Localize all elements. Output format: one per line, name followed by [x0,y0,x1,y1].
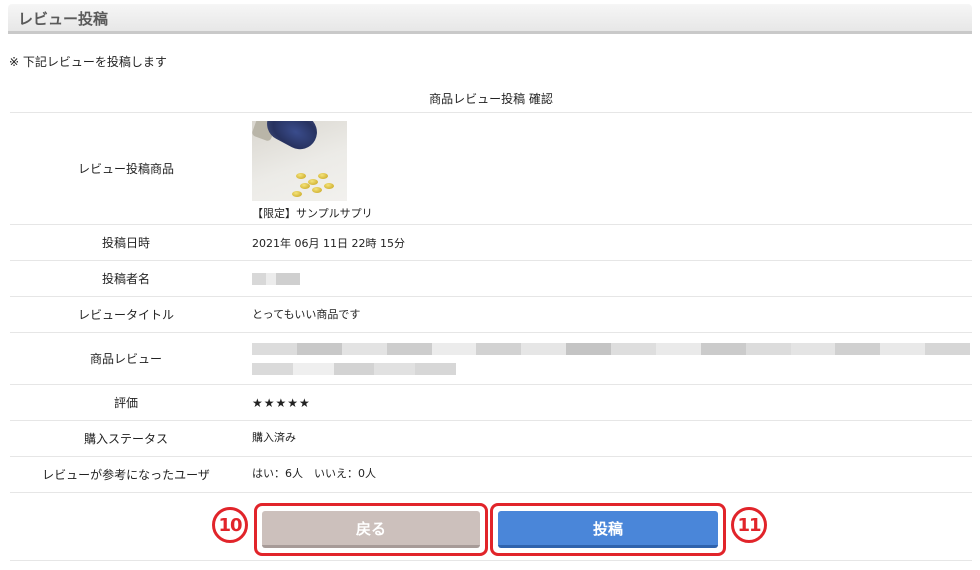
table-row-product: レビュー投稿商品 【限定】サンプルサプリ [10,113,972,225]
post-date: 2021年 06月 11日 22時 15分 [252,236,405,250]
purchase-status: 購入済み [252,431,296,444]
table-caption: 商品レビュー投稿 確認 [10,86,972,113]
page-title: レビュー投稿 [18,10,109,28]
row-label: 購入ステータス [83,432,168,446]
table-row-author: 投稿者名 [10,261,972,297]
row-label: レビュー投稿商品 [77,162,174,176]
section-header: レビュー投稿 [8,4,972,34]
table-row-date: 投稿日時 2021年 06月 11日 22時 15分 [10,225,972,261]
rating-stars: ★★★★★ [252,395,311,410]
table-row-purchase-status: 購入ステータス 購入済み [10,421,972,457]
product-name: 【限定】サンプルサプリ [252,207,373,220]
annotation-number-11: 11 [731,507,767,543]
post-button-highlight: 投稿 [490,503,726,556]
review-confirm-table: 商品レビュー投稿 確認 レビュー投稿商品 【限定】サンプルサプリ 投稿日時 20… [10,86,972,493]
table-row-review: 商品レビュー [10,333,972,385]
row-label: 投稿者名 [101,272,150,286]
notice-text: ※ 下記レビューを投稿します [9,55,167,69]
row-label: 評価 [113,396,138,410]
back-button-highlight: 戻る [254,503,488,556]
post-button[interactable]: 投稿 [498,511,718,548]
row-label: 投稿日時 [101,236,150,250]
review-title: とってもいい商品です [252,308,361,321]
annotation-number-10: 10 [212,507,248,543]
back-button[interactable]: 戻る [262,511,480,548]
row-label: レビューが参考になったユーザ [42,468,210,482]
table-row-title: レビュータイトル とってもいい商品です [10,297,972,333]
review-body-blurred [242,333,972,384]
row-label: 商品レビュー [89,352,162,366]
product-image [252,121,347,201]
row-label: レビュータイトル [77,308,174,322]
table-row-rating: 評価 ★★★★★ [10,385,972,421]
product-cell: 【限定】サンプルサプリ [242,113,972,224]
author-name-blurred [242,261,972,296]
helpful-count: はい：6人 いいえ：0人 [252,467,376,480]
action-buttons: 戻る 投稿 [0,500,980,560]
table-row-helpful: レビューが参考になったユーザ はい：6人 いいえ：0人 [10,457,972,493]
divider [10,560,972,561]
